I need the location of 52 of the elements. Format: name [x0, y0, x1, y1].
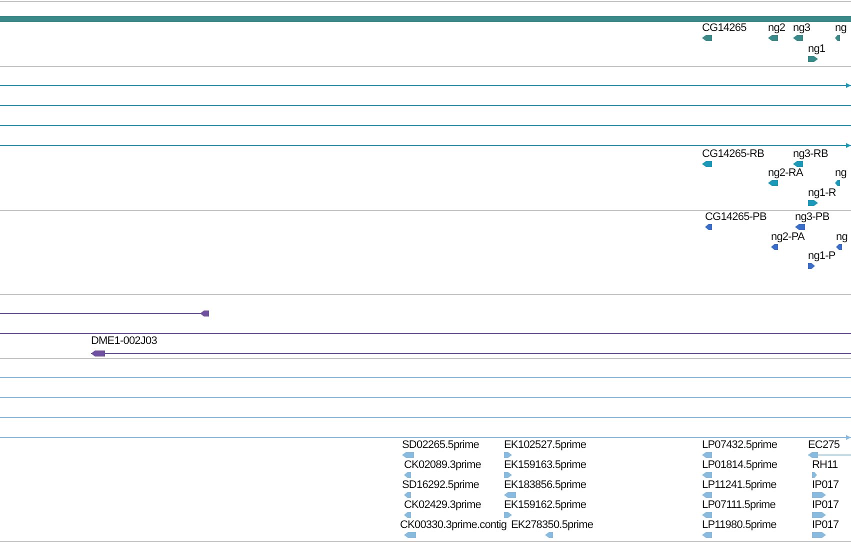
feature-glyph[interactable] — [771, 244, 778, 250]
feature-label[interactable]: CK02089.3prime — [404, 459, 481, 472]
feature-label[interactable]: ng1-R — [808, 187, 836, 200]
feature-glyph[interactable] — [808, 263, 815, 269]
feature-label[interactable]: ng3-PB — [795, 211, 830, 224]
feature-label[interactable]: IP017 — [812, 479, 839, 492]
feature-label[interactable]: ng — [836, 231, 848, 244]
feature-glyph[interactable] — [768, 180, 778, 186]
feature-label[interactable]: LP07111.5prime — [702, 499, 776, 512]
feature-label[interactable]: EK102527.5prime — [504, 439, 586, 452]
feature-label[interactable]: EK159162.5prime — [504, 499, 586, 512]
feature-glyph[interactable] — [835, 180, 840, 186]
feature-glyph[interactable] — [705, 224, 712, 230]
feature-label[interactable]: ng3 — [793, 22, 810, 35]
feature-glyph[interactable] — [702, 35, 712, 41]
feature-label[interactable]: ng1 — [808, 43, 826, 56]
feature-glyph[interactable] — [808, 200, 818, 206]
feature-label[interactable]: CG14265-PB — [705, 211, 766, 224]
feature-glyph[interactable] — [793, 161, 803, 167]
feature-label[interactable]: EK159163.5prime — [504, 459, 586, 472]
feature-label[interactable]: CK02429.3prime — [404, 499, 481, 512]
feature-label[interactable]: EC275 — [808, 439, 840, 452]
feature-glyph[interactable] — [795, 224, 805, 230]
feature-glyph[interactable] — [793, 35, 803, 41]
feature-glyph[interactable] — [835, 35, 840, 41]
feature-label[interactable]: ng — [835, 22, 846, 35]
feature-label[interactable]: ng1-P — [808, 250, 836, 263]
feature-glyph[interactable] — [808, 56, 818, 62]
feature-label[interactable]: SD16292.5prime — [402, 479, 479, 492]
feature-label[interactable]: IP017 — [812, 519, 839, 532]
feature-glyph[interactable] — [768, 35, 778, 41]
feature-glyph[interactable] — [702, 161, 712, 167]
feature-label[interactable]: LP11980.5prime — [702, 519, 776, 532]
feature-label[interactable]: SD02265.5prime — [402, 439, 479, 452]
feature-label[interactable]: ng2 — [768, 22, 786, 35]
feature-label[interactable]: IP017 — [812, 499, 839, 512]
feature-glyph[interactable] — [91, 350, 851, 357]
feature-label[interactable]: LP11241.5prime — [702, 479, 776, 492]
feature-label[interactable]: CG14265 — [702, 22, 746, 35]
feature-label[interactable]: ng — [835, 167, 846, 180]
feature-label[interactable]: CG14265-RB — [702, 148, 764, 161]
feature-label[interactable]: EK183856.5prime — [504, 479, 586, 492]
feature-label[interactable]: CK00330.3prime.contig — [400, 519, 507, 532]
feature-label[interactable]: EK278350.5prime — [511, 519, 594, 532]
feature-label[interactable]: ng2-RA — [768, 167, 803, 180]
feature-label[interactable]: ng3-RB — [793, 148, 828, 161]
feature-label[interactable]: RH11 — [812, 459, 838, 472]
feature-glyph[interactable] — [836, 244, 842, 250]
feature-label[interactable]: LP07432.5prime — [702, 439, 778, 452]
feature-label[interactable]: DME1-002J03 — [91, 335, 157, 348]
feature-label[interactable]: LP01814.5prime — [702, 459, 778, 472]
feature-label[interactable]: ng2-PA — [771, 231, 804, 244]
